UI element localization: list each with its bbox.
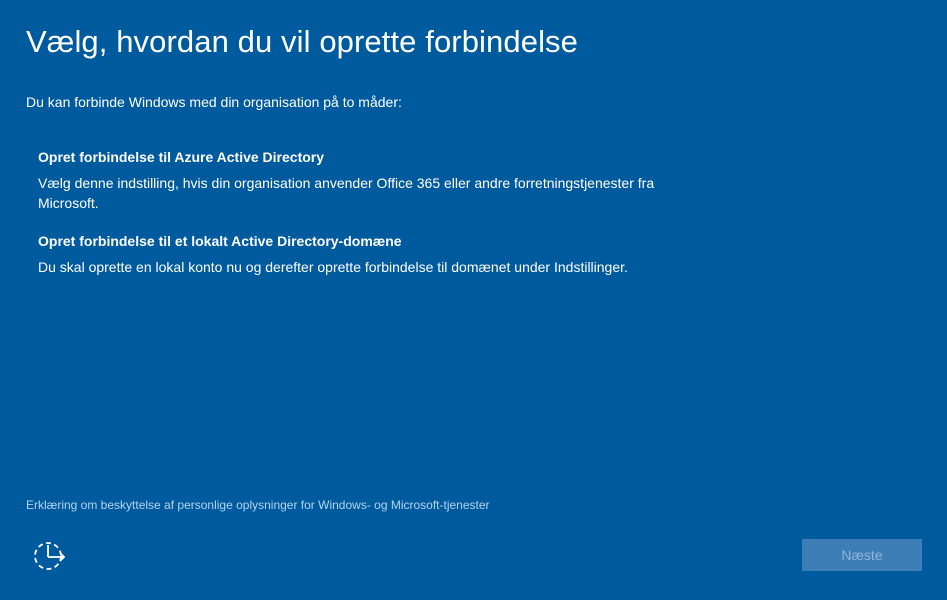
option-local-ad-domain: Opret forbindelse til et lokalt Active D… bbox=[38, 231, 688, 277]
ease-of-access-icon bbox=[30, 538, 68, 574]
option-azure-ad: Opret forbindelse til Azure Active Direc… bbox=[38, 147, 688, 213]
option-heading: Opret forbindelse til Azure Active Direc… bbox=[38, 149, 325, 165]
option-heading: Opret forbindelse til et lokalt Active D… bbox=[38, 233, 402, 249]
option-description: Du skal oprette en lokal konto nu og der… bbox=[38, 259, 628, 275]
ease-of-access-button[interactable] bbox=[30, 538, 68, 574]
privacy-statement-link[interactable]: Erklæring om beskyttelse af personlige o… bbox=[26, 496, 490, 514]
next-button[interactable]: Næste bbox=[802, 539, 922, 571]
option-description: Vælg denne indstilling, hvis din organis… bbox=[38, 175, 655, 211]
page-title: Vælg, hvordan du vil oprette forbindelse bbox=[26, 24, 578, 59]
page-subtitle: Du kan forbinde Windows med din organisa… bbox=[26, 94, 402, 110]
